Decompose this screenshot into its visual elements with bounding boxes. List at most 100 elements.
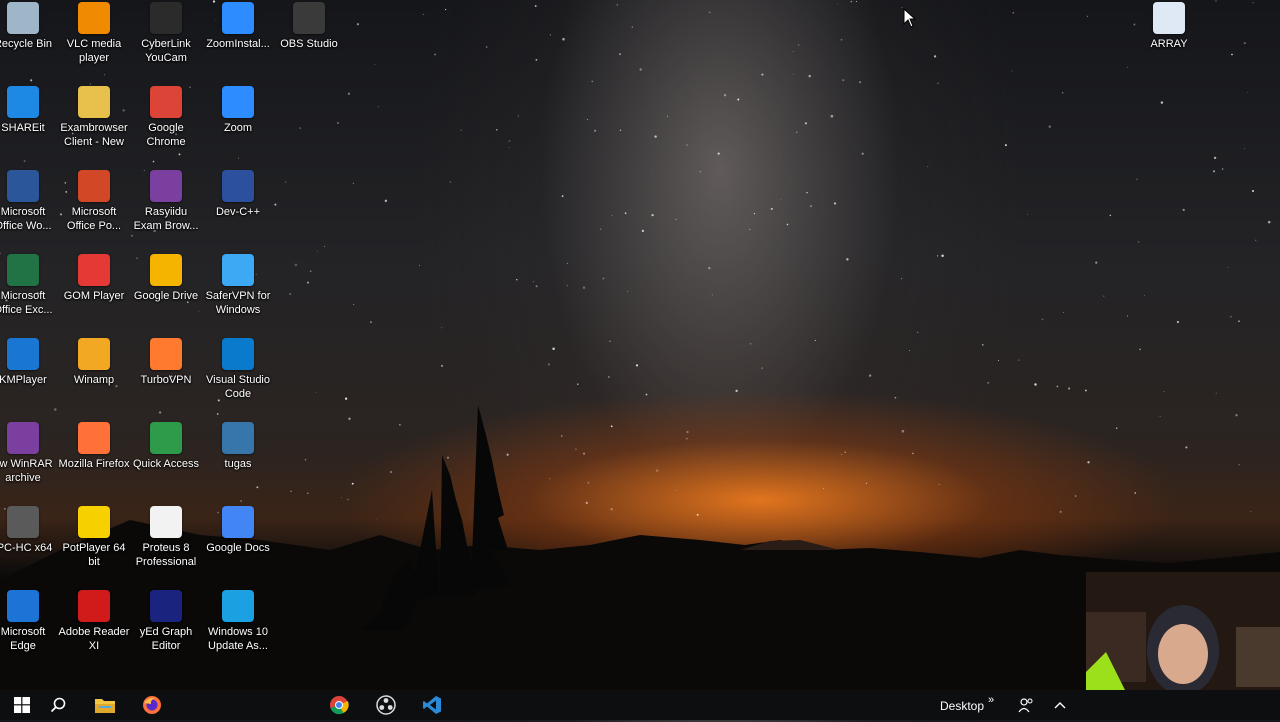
desktop-icon[interactable]: PotPlayer 64 bit (58, 506, 130, 586)
show-hidden-icons-button[interactable] (1038, 690, 1082, 720)
star (1243, 41, 1246, 45)
taskbar-vscode[interactable] (410, 690, 454, 720)
star (616, 4, 618, 6)
chrome-icon (330, 696, 349, 715)
desktop-icon-label: ZoomInstal... (206, 38, 270, 50)
star (1215, 0, 1217, 2)
desktop-icon[interactable]: GOM Player (58, 254, 130, 334)
star (808, 74, 811, 78)
star (336, 122, 340, 125)
star (591, 80, 594, 83)
taskbar-firefox[interactable] (130, 690, 174, 720)
star (797, 44, 800, 46)
desktop-icon[interactable]: yEd Graph Editor (130, 590, 202, 670)
star (309, 270, 312, 273)
desktop-toolbar-label[interactable]: Desktop (940, 690, 984, 720)
star (795, 131, 798, 134)
desktop-icon[interactable]: ZoomInstal... (202, 2, 274, 82)
star (941, 254, 944, 258)
star (981, 344, 984, 346)
zoom-camera-icon (222, 86, 254, 118)
desktop-icon[interactable]: tugas (202, 422, 274, 502)
desktop-icon[interactable]: Winamp (58, 338, 130, 418)
star (1227, 267, 1229, 268)
desktop-icon[interactable]: ew WinRAR archive (0, 422, 59, 502)
star (850, 0, 853, 3)
desktop-icon[interactable]: Microsoft Office Exc... (0, 254, 59, 334)
desktop-icon[interactable]: Visual Studio Code (202, 338, 274, 418)
winrar-icon (150, 170, 182, 202)
desktop-icon-label: Google Docs (206, 542, 270, 554)
google-docs-icon (222, 506, 254, 538)
desktop-icon[interactable]: IPC-HC x64 (0, 506, 59, 586)
desktop-icon[interactable]: ARRAY (1133, 2, 1205, 82)
desktop-icon[interactable]: OBS Studio (273, 2, 345, 82)
star (611, 215, 613, 217)
desktop-icon-label: Microsoft Office Po... (66, 206, 122, 232)
desktop-icon[interactable]: Proteus 8 Professional (130, 506, 202, 586)
desktop-icon[interactable]: CyberLink YouCam (130, 2, 202, 82)
recycle-bin-icon (7, 2, 39, 34)
taskbar-obs-studio[interactable] (364, 690, 408, 720)
desktop-icon[interactable]: Recycle Bin (0, 2, 59, 82)
star (624, 212, 627, 215)
desktop-icon[interactable]: VLC media player (58, 2, 130, 82)
obs-icon (293, 2, 325, 34)
star (1127, 315, 1129, 317)
desktop-icon[interactable]: SHAREit (0, 86, 59, 166)
star (441, 327, 443, 329)
star (987, 381, 990, 384)
star (635, 364, 639, 367)
toolbar-overflow-button[interactable]: » (988, 684, 994, 714)
desktop-icon-label: yEd Graph Editor (139, 626, 193, 652)
star (934, 55, 937, 58)
desktop-icon[interactable]: Zoom (202, 86, 274, 166)
word-doc-icon (1153, 2, 1185, 34)
desktop-icon-label: Adobe Reader XI (58, 626, 130, 652)
desktop-icon[interactable]: Rasyiidu Exam Brow... (130, 170, 202, 250)
desktop-icon[interactable]: Microsoft Office Po... (58, 170, 130, 250)
desktop-icon[interactable]: Dev-C++ (202, 170, 274, 250)
desktop-icon[interactable]: KMPlayer (0, 338, 59, 418)
mouse-cursor-icon (903, 7, 917, 33)
devcpp-icon (222, 170, 254, 202)
desktop-icon-label: SaferVPN for Windows (205, 290, 271, 316)
star (1034, 383, 1037, 386)
desktop-icon[interactable]: Google Drive (130, 254, 202, 334)
desktop-icon[interactable]: Adobe Reader XI (58, 590, 130, 670)
desktop-icon[interactable]: TurboVPN (130, 338, 202, 418)
desktop-icon[interactable]: Quick Access (130, 422, 202, 502)
desktop-icon[interactable]: SaferVPN for Windows (202, 254, 274, 334)
star (89, 83, 91, 85)
star (496, 129, 498, 131)
desktop-icon[interactable]: Microsoft Office Wo... (0, 170, 59, 250)
star (535, 285, 538, 288)
search-button[interactable] (36, 690, 80, 720)
desktop-icon[interactable]: Google Chrome (130, 86, 202, 166)
desktop-icon[interactable]: Google Docs (202, 506, 274, 586)
star (699, 171, 701, 173)
star (566, 262, 568, 264)
taskbar-file-explorer[interactable] (83, 690, 127, 720)
star (627, 291, 629, 293)
vscode-icon (222, 338, 254, 370)
desktop-icon[interactable]: Mozilla Firefox (58, 422, 130, 502)
star (289, 293, 292, 296)
star (749, 228, 751, 230)
firefox-icon (78, 422, 110, 454)
chrome-icon (150, 86, 182, 118)
star (1255, 239, 1257, 241)
star (833, 202, 837, 205)
desktop-icon-label: OBS Studio (280, 38, 338, 50)
winrar-icon (7, 422, 39, 454)
vlc-cone-icon (78, 2, 110, 34)
desktop-icon[interactable]: Windows 10 Update As... (202, 590, 274, 670)
potplayer-icon (78, 506, 110, 538)
search-icon (50, 697, 66, 713)
taskbar-chrome[interactable] (317, 690, 361, 720)
desktop-icon-label: Dev-C++ (215, 206, 261, 218)
desktop-icon[interactable]: Exambrowser Client - New (58, 86, 130, 166)
star (830, 114, 834, 118)
star (586, 119, 589, 121)
desktop-icon[interactable]: Microsoft Edge (0, 590, 59, 670)
